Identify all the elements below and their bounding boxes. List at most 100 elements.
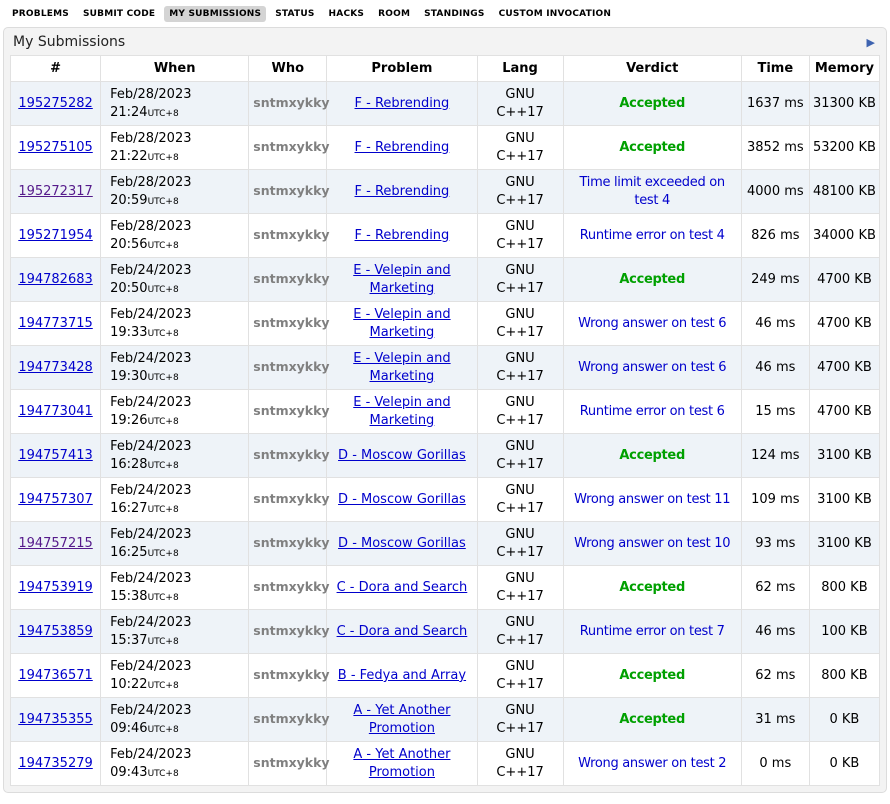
submission-time: 16:28 [110,457,147,472]
timezone-label: UTC+8 [148,549,179,559]
problem-link[interactable]: E - Velepin and Marketing [353,351,450,383]
problem-link[interactable]: C - Dora and Search [337,624,468,639]
verdict-label: Runtime error on test 6 [580,404,725,419]
submission-when-cell: Feb/24/2023 16:28UTC+8 [101,434,249,478]
submission-id-link[interactable]: 194757215 [18,536,92,551]
memory-consumed: 0 KB [809,742,879,786]
user-link[interactable]: sntmxykky [253,403,329,418]
submission-id-link[interactable]: 194757307 [18,492,92,507]
problem-link[interactable]: A - Yet Another Promotion [353,747,450,779]
submission-when-cell: Feb/28/2023 20:56UTC+8 [101,214,249,258]
verdict-label: Wrong answer on test 2 [578,756,726,771]
submission-id-link[interactable]: 194735355 [18,712,92,727]
user-link[interactable]: sntmxykky [253,183,329,198]
verdict-label: Wrong answer on test 6 [578,316,726,331]
table-row: 195272317Feb/28/2023 20:59UTC+8sntmxykky… [11,170,880,214]
user-link[interactable]: sntmxykky [253,755,329,770]
problem-link[interactable]: F - Rebrending [355,184,450,199]
table-header-row: # When Who Problem Lang Verdict Time Mem… [11,56,880,82]
problem-link[interactable]: E - Velepin and Marketing [353,395,450,427]
submission-id-link[interactable]: 194773715 [18,316,92,331]
user-link[interactable]: sntmxykky [253,623,329,638]
submission-id-link[interactable]: 194773428 [18,360,92,375]
problem-link[interactable]: F - Rebrending [355,96,450,111]
user-link[interactable]: sntmxykky [253,95,329,110]
submission-when-cell: Feb/24/2023 19:26UTC+8 [101,390,249,434]
user-link[interactable]: sntmxykky [253,667,329,682]
timezone-label: UTC+8 [148,329,179,339]
nav-item-room[interactable]: ROOM [373,6,415,22]
nav-item-my-submissions[interactable]: MY SUBMISSIONS [164,6,266,22]
time-consumed: 46 ms [741,302,809,346]
time-consumed: 1637 ms [741,82,809,126]
nav-item-hacks[interactable]: HACKS [324,6,370,22]
submission-id-link[interactable]: 194735279 [18,756,92,771]
time-consumed: 62 ms [741,654,809,698]
problem-link[interactable]: D - Moscow Gorillas [338,448,466,463]
submission-when-cell: Feb/24/2023 15:37UTC+8 [101,610,249,654]
submission-date: Feb/24/2023 [110,747,191,762]
submission-id-link[interactable]: 195272317 [18,184,92,199]
user-link[interactable]: sntmxykky [253,491,329,506]
memory-consumed: 3100 KB [809,522,879,566]
submission-id-link[interactable]: 195275105 [18,140,92,155]
submission-id-link[interactable]: 194736571 [18,668,92,683]
nav-item-submit-code[interactable]: SUBMIT CODE [78,6,160,22]
submission-date: Feb/24/2023 [110,571,191,586]
table-row: 194773041 Feb/24/2023 19:26UTC+8 sntmxykky… [11,390,880,434]
nav-item-standings[interactable]: STANDINGS [419,6,489,22]
verdict-label: Accepted [619,580,685,595]
problem-link[interactable]: B - Fedya and Array [338,668,466,683]
submission-time: 19:30 [110,369,147,384]
submission-id-link[interactable]: 194773041 [18,404,92,419]
user-link[interactable]: sntmxykky [253,579,329,594]
timezone-label: UTC+8 [148,285,179,295]
user-link[interactable]: sntmxykky [253,359,329,374]
submission-when-cell: Feb/24/2023 09:43UTC+8 [101,742,249,786]
submission-id-link[interactable]: 194753859 [18,624,92,639]
lang-label: GNU C++17 [496,702,544,736]
submission-date: Feb/24/2023 [110,439,191,454]
problem-link[interactable]: F - Rebrending [355,228,450,243]
user-link[interactable]: sntmxykky [253,711,329,726]
submission-when-cell: Feb/28/2023 21:22UTC+8 [101,126,249,170]
expand-arrow-icon[interactable]: ▶ [867,37,877,48]
problem-link[interactable]: F - Rebrending [355,140,450,155]
timezone-label: UTC+8 [148,241,179,251]
problem-link[interactable]: D - Moscow Gorillas [338,492,466,507]
verdict-label: Accepted [619,140,685,155]
lang-label: GNU C++17 [496,130,544,164]
user-link[interactable]: sntmxykky [253,447,329,462]
nav-item-custom-invocation[interactable]: CUSTOM INVOCATION [494,6,617,22]
user-link[interactable]: sntmxykky [253,139,329,154]
user-link[interactable]: sntmxykky [253,535,329,550]
user-link[interactable]: sntmxykky [253,315,329,330]
submission-id-link[interactable]: 194757413 [18,448,92,463]
submission-time: 21:24 [110,105,147,120]
lang-label: GNU C++17 [496,438,544,472]
submission-id-link[interactable]: 195275282 [18,96,92,111]
submission-when-cell: Feb/24/2023 10:22UTC+8 [101,654,249,698]
submission-time: 16:25 [110,545,147,560]
problem-link[interactable]: D - Moscow Gorillas [338,536,466,551]
time-consumed: 124 ms [741,434,809,478]
submission-id-link[interactable]: 194782683 [18,272,92,287]
lang-label: GNU C++17 [496,482,544,516]
submissions-table: # When Who Problem Lang Verdict Time Mem… [10,55,880,786]
timezone-label: UTC+8 [148,373,179,383]
time-consumed: 62 ms [741,566,809,610]
submission-time: 21:22 [110,149,147,164]
problem-link[interactable]: E - Velepin and Marketing [353,307,450,339]
problem-link[interactable]: A - Yet Another Promotion [353,703,450,735]
problem-link[interactable]: C - Dora and Search [337,580,468,595]
user-link[interactable]: sntmxykky [253,271,329,286]
submission-id-link[interactable]: 195271954 [18,228,92,243]
submission-date: Feb/24/2023 [110,263,191,278]
problem-link[interactable]: E - Velepin and Marketing [353,263,450,295]
user-link[interactable]: sntmxykky [253,227,329,242]
nav-item-problems[interactable]: PROBLEMS [7,6,74,22]
verdict-label: Accepted [619,272,685,287]
lang-label: GNU C++17 [496,86,544,120]
nav-item-status[interactable]: STATUS [270,6,319,22]
submission-id-link[interactable]: 194753919 [18,580,92,595]
